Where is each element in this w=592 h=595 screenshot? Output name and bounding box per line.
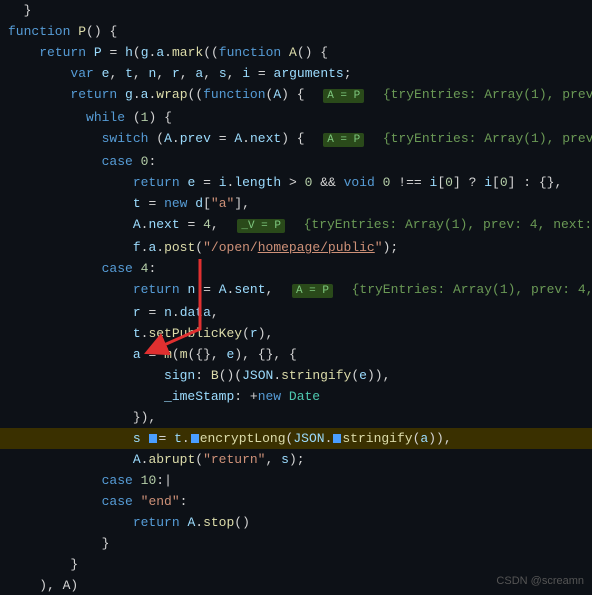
code-line-11: A.next = 4, _V = P {tryEntries: Array(1)… xyxy=(0,214,592,237)
code-line-21-highlighted: s = t.encryptLong(JSON.stringify(a)), xyxy=(0,428,592,449)
code-line-19: _imeStamp: +new Date xyxy=(0,386,592,407)
code-line-2: function P() { xyxy=(0,21,592,42)
code-line-top: } xyxy=(0,0,592,21)
watermark-text: CSDN @screamn xyxy=(496,575,584,587)
code-line-3: return P = h(g.a.mark((function A() { xyxy=(0,42,592,63)
code-line-26: } xyxy=(0,533,592,554)
code-line-15: r = n.data, xyxy=(0,302,592,323)
code-line-7: switch (A.prev = A.next) { A = P {tryEnt… xyxy=(0,128,592,151)
code-line-13: case 4: xyxy=(0,258,592,279)
code-line-20: }), xyxy=(0,407,592,428)
code-line-9: return e = i.length > 0 && void 0 !== i[… xyxy=(0,172,592,193)
code-line-16: t.setPublicKey(r), xyxy=(0,323,592,344)
code-line-4: var e, t, n, r, a, s, i = arguments; xyxy=(0,63,592,84)
code-line-14: return n = A.sent, A = P {tryEntries: Ar… xyxy=(0,279,592,302)
code-editor: } function P() { return P = h(g.a.mark((… xyxy=(0,0,592,595)
code-line-8: case 0: xyxy=(0,151,592,172)
code-line-27: } xyxy=(0,554,592,575)
code-line-22: A.abrupt("return", s); xyxy=(0,449,592,470)
code-line-18: sign: B()(JSON.stringify(e)), xyxy=(0,365,592,386)
code-line-24: case "end": xyxy=(0,491,592,512)
code-line-17: a = m(m({}, e), {}, { xyxy=(0,344,592,365)
code-line-25: return A.stop() xyxy=(0,512,592,533)
code-line-12: f.a.post("/open/homepage/public"); xyxy=(0,237,592,258)
code-line-23: case 10:| xyxy=(0,470,592,491)
code-line-6: while (1) { xyxy=(0,107,592,128)
code-line-10: t = new d["a"], xyxy=(0,193,592,214)
arrow-container: return n = A.sent, A = P {tryEntries: Ar… xyxy=(0,279,592,302)
code-line-5: return g.a.wrap((function(A) { A = P {tr… xyxy=(0,84,592,107)
